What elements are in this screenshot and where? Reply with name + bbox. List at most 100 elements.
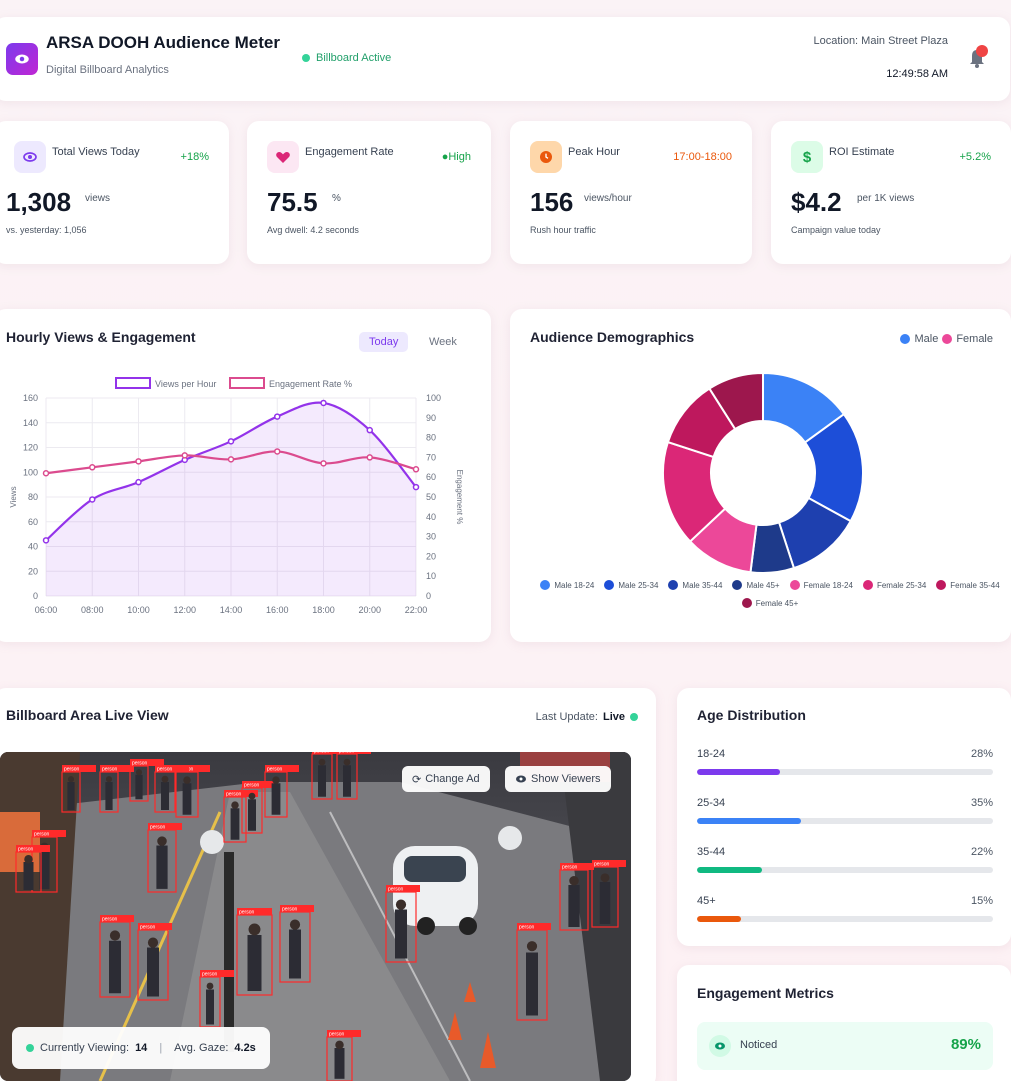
eye-icon — [516, 775, 526, 783]
x-tick-label: 14:00 — [220, 605, 243, 615]
legend-item[interactable]: Male 35-44 — [668, 580, 722, 590]
stat-change: +5.2% — [959, 151, 992, 163]
x-tick-label: 22:00 — [405, 605, 428, 615]
person-head — [272, 776, 280, 784]
age-bar-fill — [697, 867, 763, 873]
dollar-icon: $ — [791, 141, 823, 173]
legend-label: Female 18-24 — [803, 580, 853, 590]
stat-card-engagement-rate: Engagement Rate ●High 75.5 % Avg dwell: … — [247, 121, 491, 264]
legend-dot — [789, 580, 800, 590]
legend-dot — [540, 580, 551, 590]
engagement-point — [227, 456, 235, 463]
person-head — [343, 758, 351, 766]
age-bar-fill — [697, 818, 801, 824]
engagement-point — [366, 454, 373, 461]
legend-dot — [862, 580, 873, 590]
x-tick-label: 16:00 — [266, 605, 289, 615]
person-head — [395, 899, 407, 910]
detection-label: person — [157, 767, 173, 773]
detection-label: person — [64, 767, 80, 773]
y-tick-label: 40 — [28, 542, 38, 552]
x-tick-label: 06:00 — [35, 605, 58, 615]
legend-item[interactable]: Female 18-24 — [789, 580, 853, 590]
camera-feed[interactable]: person person person person person person pers… — [0, 752, 631, 1081]
person-figure — [23, 862, 34, 890]
y-tick-label: 160 — [23, 393, 38, 403]
person-head — [147, 937, 159, 948]
y-tick-label: 120 — [23, 443, 38, 453]
y2-tick-label: 50 — [426, 492, 436, 502]
legend-label: Male 45+ — [746, 580, 780, 590]
age-label: 18-24 — [697, 748, 726, 760]
person-head — [600, 873, 610, 883]
y-tick-label: 20 — [28, 566, 38, 576]
y2-tick-label: 80 — [426, 433, 436, 443]
demographics-legend: Male 18-24 Male 25-34 Male 35-44 Male 45+ Fe… — [540, 580, 1000, 608]
person-figure — [109, 940, 121, 994]
views-point — [366, 426, 373, 434]
metric-value: 89% — [950, 1036, 981, 1053]
eye-icon — [15, 54, 29, 64]
person-head — [109, 930, 121, 941]
y-tick-label: 0 — [33, 591, 38, 601]
female-dot — [942, 334, 953, 344]
engagement-point — [412, 466, 420, 473]
legend-item[interactable]: Male 18-24 — [540, 580, 594, 590]
change-ad-button[interactable]: ⟳ Change Ad — [402, 766, 490, 792]
y2-tick-label: 10 — [426, 571, 436, 581]
views-point — [42, 537, 50, 544]
age-label: 45+ — [697, 895, 716, 907]
person-figure — [343, 765, 351, 797]
person-figure — [161, 782, 169, 810]
live-view-title: Billboard Area Live View — [6, 707, 169, 723]
legend-item[interactable]: Female 35-44 — [936, 580, 1000, 590]
demographics-legend-top: Male Female — [900, 333, 993, 345]
detection-label: person — [282, 907, 298, 913]
show-viewers-button[interactable]: Show Viewers — [505, 766, 611, 792]
person-figure — [135, 774, 143, 800]
detection-label: person — [140, 925, 156, 931]
y2-tick-label: 40 — [426, 512, 436, 522]
stat-change: ●High — [441, 151, 471, 163]
legend-item[interactable]: Female 25-34 — [862, 580, 926, 590]
detection-label: person — [562, 865, 578, 871]
engagement-point — [89, 464, 96, 471]
legend-item[interactable]: Male 45+ — [732, 580, 780, 590]
detection-label: person — [519, 925, 535, 931]
hourly-chart-card: Hourly Views & Engagement Today Week 0 20… — [0, 309, 491, 642]
y2-tick-label: 0 — [426, 591, 431, 601]
legend-male: Male — [914, 333, 939, 345]
stat-label: Engagement Rate — [305, 146, 394, 158]
person-figure — [289, 929, 301, 979]
person-head — [135, 769, 143, 776]
person-figure — [395, 909, 407, 959]
age-track — [697, 867, 993, 873]
viewing-dot — [26, 1044, 34, 1052]
viewing-label: Currently Viewing: — [40, 1042, 130, 1054]
legend-item[interactable]: Male 25-34 — [604, 580, 658, 590]
person-figure — [206, 989, 214, 1025]
views-point — [135, 478, 142, 486]
stat-unit: per 1K views — [857, 193, 915, 204]
engagement-point — [181, 452, 188, 459]
tab-today[interactable]: Today — [359, 332, 409, 352]
gaze-label: Avg. Gaze: — [174, 1042, 229, 1054]
legend-dot — [741, 598, 752, 608]
last-update: Last Update: Live — [536, 711, 638, 723]
tab-week[interactable]: Week — [419, 332, 467, 352]
legend-item[interactable]: Female 45+ — [741, 598, 798, 608]
last-update-label: Last Update: — [535, 711, 598, 723]
clock-icon — [530, 141, 562, 173]
age-pct: 22% — [970, 846, 993, 858]
y2-tick-label: 70 — [426, 452, 436, 462]
demographics-title: Audience Demographics — [530, 329, 695, 345]
stat-unit: views — [85, 193, 111, 204]
demographics-donut-chart — [663, 373, 863, 573]
y2-tick-label: 30 — [426, 532, 436, 542]
legend-dot — [732, 580, 743, 590]
legend-dot — [936, 580, 947, 590]
person-head — [569, 876, 579, 886]
notification-bell-icon[interactable] — [968, 45, 988, 69]
legend-label: Male 25-34 — [618, 580, 659, 590]
y-tick-label: 60 — [28, 517, 38, 527]
